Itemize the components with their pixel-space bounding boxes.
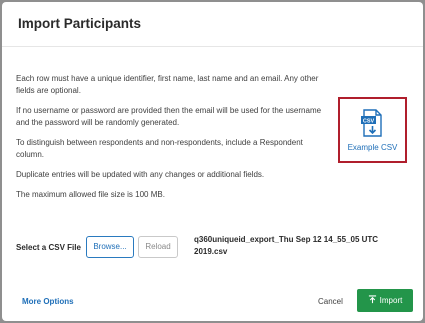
dialog-header: Import Participants xyxy=(2,2,423,47)
import-participants-dialog: Import Participants Each row must have a… xyxy=(2,2,423,321)
instruction-duplicates: Duplicate entries will be updated with a… xyxy=(16,170,265,179)
csv-file-download-icon: CSV xyxy=(361,109,382,137)
example-csv-label: Example CSV xyxy=(347,143,398,152)
more-options-link[interactable]: More Options xyxy=(22,297,74,306)
csv-file-label: Select a CSV File xyxy=(16,243,81,252)
dialog-title: Import Participants xyxy=(18,16,142,31)
browse-button[interactable]: Browse... xyxy=(86,236,134,258)
instruction-unique-identifier: Each row must have a unique identifier, … xyxy=(16,74,319,95)
upload-icon xyxy=(368,295,376,304)
dialog-footer: More Options Cancel Import xyxy=(2,279,423,321)
instruction-respondent-column: To distinguish between respondents and n… xyxy=(16,138,303,159)
import-label: Import xyxy=(379,296,403,305)
selected-filename: q360uniqueid_export_Thu Sep 12 14_55_05 … xyxy=(194,235,379,256)
example-csv-button[interactable]: CSV Example CSV xyxy=(338,97,407,163)
instruction-username-password: If no username or password are provided … xyxy=(16,106,322,127)
cancel-button[interactable]: Cancel xyxy=(318,297,343,306)
csv-icon-text: CSV xyxy=(363,119,375,125)
import-button[interactable]: Import xyxy=(357,289,413,312)
instructions: Each row must have a unique identifier, … xyxy=(16,73,322,209)
reload-button[interactable]: Reload xyxy=(138,236,178,258)
instruction-max-size: The maximum allowed file size is 100 MB. xyxy=(16,190,165,199)
csv-select-row: Select a CSV File Browse... Reload q360u… xyxy=(16,234,416,264)
